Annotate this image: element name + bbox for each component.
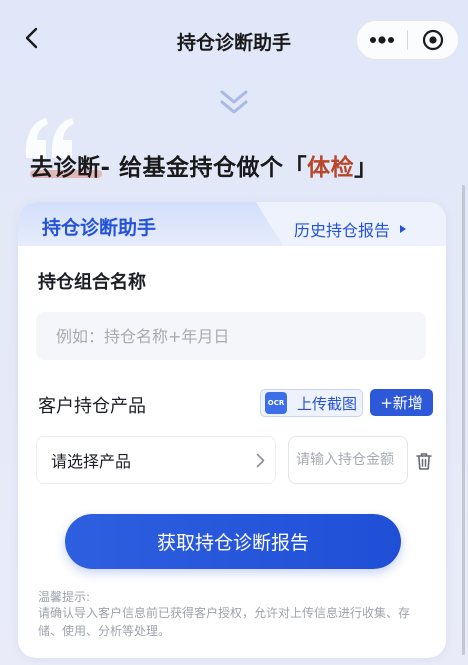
product-select-label: 请选择产品: [51, 452, 132, 471]
headline: 去诊断- 给基金持仓做个「体检」: [30, 148, 378, 182]
double-chevron-down-icon: [220, 90, 248, 114]
more-dots-icon: [370, 36, 394, 44]
history-report-link[interactable]: 历史持仓报告: [294, 217, 407, 241]
get-diagnosis-report-button[interactable]: 获取持仓诊断报告: [65, 514, 401, 569]
portfolio-name-label: 持仓组合名称: [38, 272, 146, 293]
product-select[interactable]: 请选择产品: [36, 436, 276, 484]
mini-program-capsule: [356, 20, 459, 60]
headline-bracket-open: 「: [283, 155, 308, 181]
holding-amount-input[interactable]: [288, 436, 408, 484]
add-product-button[interactable]: +新增: [370, 389, 433, 416]
upload-screenshot-button[interactable]: OCR 上传截图: [260, 389, 363, 417]
chevron-right-icon: [256, 453, 265, 468]
products-label: 客户持仓产品: [38, 396, 146, 417]
history-report-label: 历史持仓报告: [294, 221, 391, 240]
portfolio-name-input[interactable]: [36, 312, 426, 360]
scrollbar[interactable]: [462, 185, 465, 655]
tips-title: 温馨提示:: [38, 590, 91, 604]
diagnosis-card: 持仓诊断助手 历史持仓报告 持仓组合名称 客户持仓产品 OCR 上传截图 +新增…: [18, 202, 446, 658]
upload-screenshot-label: 上传截图: [297, 394, 358, 413]
nav-bar: 持仓诊断助手: [0, 0, 468, 78]
tips-body: 请确认导入客户信息前已获得客户授权，允许对上传信息进行收集、存储、使用、分析等处…: [38, 606, 411, 638]
target-close-icon: [422, 29, 444, 51]
headline-emphasis: 体检: [307, 155, 355, 181]
card-tab-label: 持仓诊断助手: [42, 217, 157, 239]
headline-part2: - 给基金持仓做个: [100, 155, 284, 181]
ocr-icon: OCR: [265, 392, 287, 414]
trash-icon[interactable]: [415, 451, 433, 471]
triangle-right-icon: [400, 225, 407, 233]
back-button[interactable]: [18, 24, 46, 52]
headline-part1: 去诊断: [30, 155, 101, 181]
chevron-left-icon: [25, 27, 38, 49]
more-button[interactable]: [357, 21, 407, 59]
close-button[interactable]: [408, 21, 458, 59]
headline-bracket-close: 」: [354, 155, 378, 181]
